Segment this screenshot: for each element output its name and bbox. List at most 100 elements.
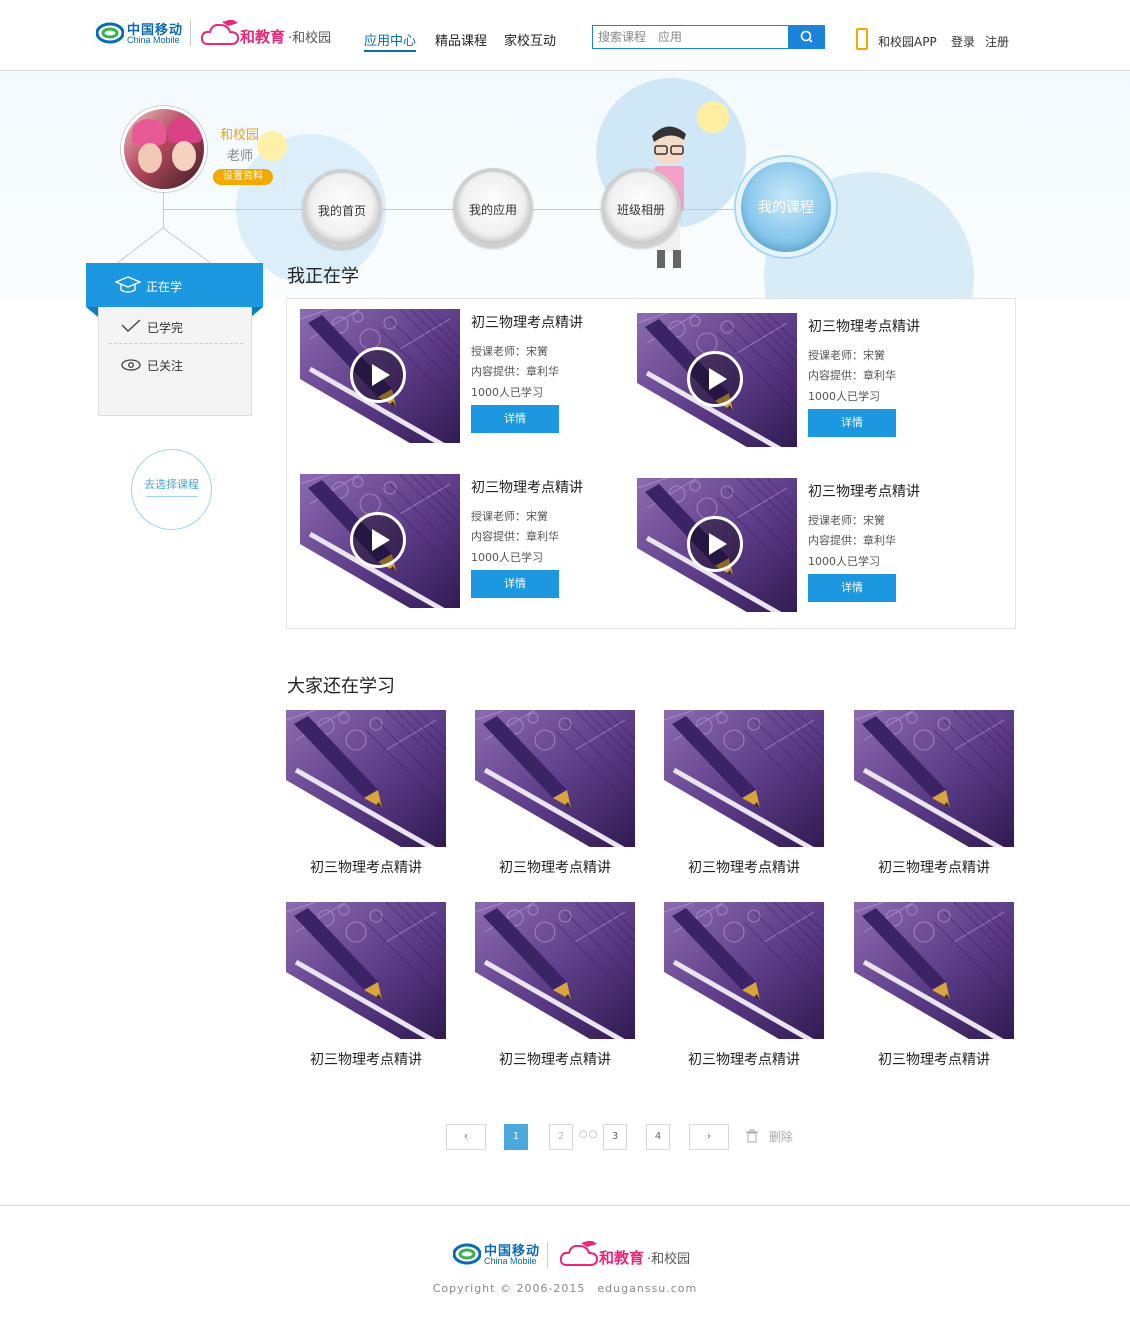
course-thumbnail[interactable] xyxy=(286,902,446,1039)
course-thumbnail[interactable] xyxy=(475,902,635,1039)
course-learners: 1000人已学习 xyxy=(471,386,543,399)
next-page-button[interactable]: › xyxy=(689,1124,729,1150)
course-thumbnail[interactable] xyxy=(854,710,1014,847)
course-detail-button[interactable]: 详情 xyxy=(471,570,559,598)
course-learners: 1000人已学习 xyxy=(808,555,880,568)
product-sub: ·和校园 xyxy=(288,31,332,46)
course-caption[interactable]: 初三物理考点精讲 xyxy=(286,1049,446,1069)
others-section-title: 大家还在学习 xyxy=(287,676,395,697)
delete-button[interactable]: 删除 xyxy=(745,1128,793,1145)
choose-course-button[interactable]: 去选择课程 xyxy=(131,449,212,530)
course-detail-button[interactable]: 详情 xyxy=(808,409,896,437)
course-thumbnail[interactable] xyxy=(475,710,635,847)
circle-nav-home[interactable]: 我的首页 xyxy=(302,169,382,249)
register-link[interactable]: 注册 xyxy=(985,33,1009,50)
recommended-course[interactable]: 初三物理考点精讲 xyxy=(854,710,1014,880)
course-teacher: 授课老师：宋黉 xyxy=(808,514,885,527)
circle-nav-my-courses[interactable]: 我的课程 xyxy=(736,157,836,257)
nav-featured-courses[interactable]: 精品课程 xyxy=(435,30,487,49)
product-main: 和教育 xyxy=(599,1249,645,1267)
login-link[interactable]: 登录 xyxy=(951,33,975,50)
connector-line xyxy=(163,192,164,228)
learning-section-title: 我正在学 xyxy=(287,266,359,287)
course-thumbnail[interactable] xyxy=(664,902,824,1039)
app-link[interactable]: 和校园APP xyxy=(878,33,937,50)
china-mobile-swirl-icon xyxy=(453,1243,481,1265)
play-icon[interactable] xyxy=(687,351,743,407)
nav-home-school[interactable]: 家校互动 xyxy=(504,30,556,49)
course-caption[interactable]: 初三物理考点精讲 xyxy=(475,857,635,877)
search-input[interactable]: 搜索课程 应用 xyxy=(592,25,789,49)
site-footer: 中国移动 China Mobile 和教育 ·和校园 Copyright © 2… xyxy=(0,1205,1130,1324)
checkmark-icon xyxy=(121,319,141,332)
user-role: 老师 xyxy=(227,149,254,164)
page-4[interactable]: 4 xyxy=(646,1124,670,1150)
course-card[interactable]: 初三物理考点精讲 授课老师：宋黉 内容提供：章利华 1000人已学习 详情 xyxy=(637,313,957,453)
course-caption[interactable]: 初三物理考点精讲 xyxy=(475,1049,635,1069)
recommended-course[interactable]: 初三物理考点精讲 xyxy=(664,902,824,1072)
circle-nav-class-album[interactable]: 班级相册 xyxy=(601,168,681,248)
recommended-course[interactable]: 初三物理考点精讲 xyxy=(286,902,446,1072)
menu-panel: 已学完 已关注 xyxy=(98,307,252,416)
course-title[interactable]: 初三物理考点精讲 xyxy=(808,316,920,336)
recommended-course[interactable]: 初三物理考点精讲 xyxy=(286,710,446,880)
nav-app-center[interactable]: 应用中心 xyxy=(364,30,416,49)
user-name: 和校园 xyxy=(220,128,260,143)
page-2[interactable]: 2 xyxy=(549,1124,573,1150)
page-3[interactable]: 3 xyxy=(603,1124,627,1150)
course-title[interactable]: 初三物理考点精讲 xyxy=(471,312,583,332)
course-thumbnail[interactable] xyxy=(664,710,824,847)
circle-nav-apps[interactable]: 我的应用 xyxy=(453,168,533,248)
brand-en: China Mobile xyxy=(484,1256,537,1266)
course-title[interactable]: 初三物理考点精讲 xyxy=(471,477,583,497)
hejiaoyu-logo[interactable]: 和教育 ·和校园 xyxy=(200,14,340,50)
course-caption[interactable]: 初三物理考点精讲 xyxy=(286,857,446,877)
play-icon[interactable] xyxy=(687,516,743,572)
footer-hejiaoyu-logo[interactable]: 和教育 ·和校园 xyxy=(559,1235,699,1271)
course-caption[interactable]: 初三物理考点精讲 xyxy=(664,1049,824,1069)
menu-item-followed[interactable]: 已关注 xyxy=(99,347,253,383)
product-sub: ·和校园 xyxy=(647,1252,691,1267)
recommended-course[interactable]: 初三物理考点精讲 xyxy=(854,902,1014,1072)
course-caption[interactable]: 初三物理考点精讲 xyxy=(854,1049,1014,1069)
menu-item-finished[interactable]: 已学完 xyxy=(99,309,253,345)
course-detail-button[interactable]: 详情 xyxy=(808,574,896,602)
cloud-mortarboard-icon xyxy=(200,20,240,45)
cloud-mortarboard-icon xyxy=(559,1241,599,1266)
course-caption[interactable]: 初三物理考点精讲 xyxy=(854,857,1014,877)
course-learners: 1000人已学习 xyxy=(471,551,543,564)
copyright: Copyright © 2006-2015 eduganssu.com xyxy=(432,1282,698,1295)
search-button[interactable] xyxy=(789,25,825,49)
course-title[interactable]: 初三物理考点精讲 xyxy=(808,481,920,501)
course-learners: 1000人已学习 xyxy=(808,390,880,403)
menu-item-learning[interactable]: 正在学 xyxy=(86,263,263,307)
site-header: 中国移动 China Mobile 和教育 ·和校园 应用中心 精品课程 家校互… xyxy=(0,0,1130,71)
recommended-course[interactable]: 初三物理考点精讲 xyxy=(475,902,635,1072)
recommended-course[interactable]: 初三物理考点精讲 xyxy=(475,710,635,880)
logo-divider xyxy=(547,1242,548,1268)
page-1[interactable]: 1 xyxy=(504,1124,528,1150)
course-card[interactable]: 初三物理考点精讲 授课老师：宋黉 内容提供：章利华 1000人已学习 详情 xyxy=(300,474,620,614)
graduation-cap-icon xyxy=(115,276,141,293)
play-icon[interactable] xyxy=(350,347,406,403)
profile-settings-button[interactable]: 设置资料 xyxy=(213,169,273,185)
course-caption[interactable]: 初三物理考点精讲 xyxy=(664,857,824,877)
recommended-course[interactable]: 初三物理考点精讲 xyxy=(664,710,824,880)
china-mobile-logo[interactable]: 中国移动 China Mobile xyxy=(96,18,186,48)
course-detail-button[interactable]: 详情 xyxy=(471,405,559,433)
nav-active-underline xyxy=(364,50,416,52)
china-mobile-swirl-icon xyxy=(96,22,124,44)
avatar[interactable] xyxy=(121,106,207,192)
logo-divider xyxy=(190,20,191,46)
course-thumbnail[interactable] xyxy=(286,710,446,847)
course-card[interactable]: 初三物理考点精讲 授课老师：宋黉 内容提供：章利华 1000人已学习 详情 xyxy=(637,478,957,618)
course-thumbnail[interactable] xyxy=(854,902,1014,1039)
play-icon[interactable] xyxy=(350,512,406,568)
course-teacher: 授课老师：宋黉 xyxy=(471,345,548,358)
footer-china-mobile-logo[interactable]: 中国移动 China Mobile xyxy=(453,1239,543,1269)
arrow-line-icon xyxy=(146,496,198,497)
course-card[interactable]: 初三物理考点精讲 授课老师：宋黉 内容提供：章利华 1000人已学习 详情 xyxy=(300,309,620,449)
course-teacher: 授课老师：宋黉 xyxy=(471,510,548,523)
product-main: 和教育 xyxy=(240,28,286,46)
prev-page-button[interactable]: ‹ xyxy=(446,1124,486,1150)
